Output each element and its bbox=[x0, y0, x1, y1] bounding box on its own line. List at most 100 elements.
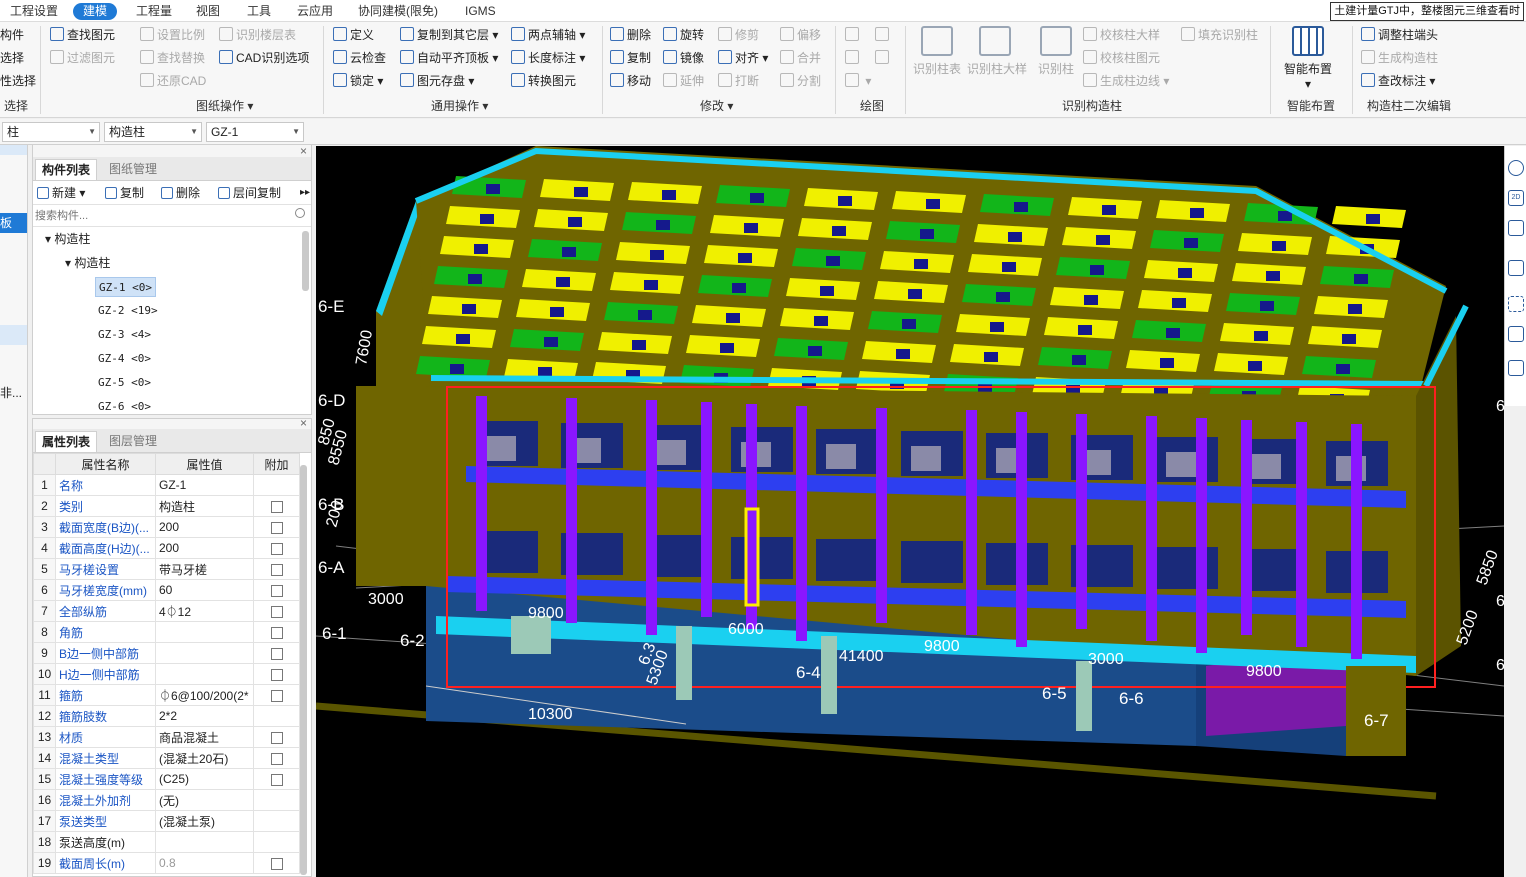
cad-options-button[interactable]: CAD识别选项 bbox=[219, 48, 309, 68]
tree-child[interactable]: ▾ 构造柱 bbox=[65, 253, 110, 273]
check-column-element-button[interactable]: 校核柱图元 bbox=[1083, 48, 1160, 68]
isometric-icon[interactable] bbox=[1508, 326, 1524, 342]
property-row[interactable]: 18 泵送高度(m) bbox=[33, 831, 300, 853]
component-item[interactable]: GZ-2 <19> bbox=[95, 301, 161, 321]
property-row[interactable]: 19 截面周长(m) 0.8 bbox=[33, 852, 300, 874]
property-value[interactable] bbox=[155, 663, 254, 685]
3d-viewport[interactable]: 6-E6-D6-B6-A6-16-26-46-56-66-76-6-6-7600… bbox=[316, 146, 1504, 877]
align-button[interactable]: 对齐 ▾ bbox=[718, 48, 768, 68]
property-select-button[interactable]: 性选择 bbox=[0, 71, 36, 91]
close-icon[interactable]: × bbox=[300, 144, 307, 158]
list-icon[interactable] bbox=[1508, 360, 1524, 376]
generate-constructional-column-button[interactable]: 生成构造柱 bbox=[1361, 48, 1438, 68]
extra-checkbox[interactable] bbox=[270, 500, 283, 513]
region-select-icon[interactable] bbox=[1508, 296, 1524, 312]
split-button[interactable]: 分割 bbox=[780, 71, 821, 91]
property-value[interactable]: (无) bbox=[155, 789, 254, 811]
extra-checkbox[interactable] bbox=[270, 605, 283, 618]
nav-item[interactable] bbox=[0, 325, 27, 345]
move-button[interactable]: 移动 bbox=[610, 71, 651, 91]
cloud-check-button[interactable]: 云检查 bbox=[333, 48, 386, 68]
select-button[interactable]: 选择 bbox=[0, 48, 24, 68]
find-replace-button[interactable]: 查找替换 bbox=[140, 48, 205, 68]
menu-project-settings[interactable]: 工程设置 bbox=[10, 3, 58, 20]
copy-component-button[interactable]: 复制 bbox=[105, 184, 144, 202]
set-scale-button[interactable]: 设置比例 bbox=[140, 25, 205, 45]
property-row[interactable]: 9 B边一侧中部筋 bbox=[33, 642, 300, 664]
property-value[interactable]: 200 bbox=[155, 516, 254, 538]
property-value[interactable] bbox=[155, 621, 254, 643]
recognize-column-detail-button[interactable]: 识别柱大样 bbox=[967, 24, 1027, 84]
smart-layout-button[interactable]: 智能布置 ▾ bbox=[1278, 24, 1338, 91]
extra-checkbox[interactable] bbox=[270, 563, 283, 576]
drawing-ops-group-label[interactable]: 图纸操作 ▾ bbox=[196, 97, 253, 115]
extra-checkbox[interactable] bbox=[270, 584, 283, 597]
property-row[interactable]: 1 名称 GZ-1 bbox=[33, 474, 300, 496]
extra-checkbox[interactable] bbox=[270, 542, 283, 555]
extra-checkbox[interactable] bbox=[270, 731, 283, 744]
building-3d-model[interactable]: 6-E6-D6-B6-A6-16-26-46-56-66-76-6-6-7600… bbox=[316, 146, 1504, 877]
notice-banner[interactable]: 土建计量GTJ中，整楼图元三维查看时 bbox=[1330, 2, 1524, 21]
more-icon[interactable]: ▸▸ bbox=[300, 184, 310, 202]
break-button[interactable]: 打断 bbox=[718, 71, 759, 91]
find-element-button[interactable]: 查找图元 bbox=[50, 25, 115, 45]
property-value[interactable]: (C25) bbox=[155, 768, 254, 790]
extra-checkbox[interactable] bbox=[270, 647, 283, 660]
draw-point-button[interactable] bbox=[845, 25, 862, 45]
property-row[interactable]: 11 箍筋 ⏀6@100/200(2* bbox=[33, 684, 300, 706]
menu-collab-modeling[interactable]: 协同建模(限免) bbox=[358, 3, 438, 20]
save-element-button[interactable]: 图元存盘 ▾ bbox=[400, 71, 474, 91]
menu-cloud[interactable]: 云应用 bbox=[297, 3, 333, 20]
menu-view[interactable]: 视图 bbox=[196, 3, 220, 20]
property-row[interactable]: 3 截面宽度(B边)(... 200 bbox=[33, 516, 300, 538]
nav-item[interactable] bbox=[0, 145, 27, 155]
property-value[interactable]: 200 bbox=[155, 537, 254, 559]
tab-property-list[interactable]: 属性列表 bbox=[35, 431, 98, 452]
draw-line-button[interactable] bbox=[845, 48, 862, 68]
general-ops-group-label[interactable]: 通用操作 ▾ bbox=[431, 97, 488, 115]
extra-checkbox[interactable] bbox=[270, 857, 283, 870]
rotate-button[interactable]: 旋转 bbox=[663, 25, 704, 45]
convert-element-button[interactable]: 转换图元 bbox=[511, 71, 576, 91]
component-select[interactable]: GZ-1 ▼ bbox=[206, 122, 304, 142]
property-value[interactable]: 构造柱 bbox=[155, 495, 254, 517]
draw-rotate-point-button[interactable] bbox=[875, 25, 892, 45]
menu-tools[interactable]: 工具 bbox=[247, 3, 271, 20]
nav-item-slab[interactable]: 板 bbox=[0, 213, 27, 233]
selected-column[interactable] bbox=[744, 507, 760, 607]
cube-icon[interactable] bbox=[1508, 260, 1524, 276]
property-row[interactable]: 8 角筋 bbox=[33, 621, 300, 643]
tab-component-list[interactable]: 构件列表 bbox=[35, 159, 98, 180]
merge-button[interactable]: 合并 bbox=[780, 48, 821, 68]
extra-checkbox[interactable] bbox=[270, 752, 283, 765]
property-value[interactable]: 60 bbox=[155, 579, 254, 601]
define-button[interactable]: 定义 bbox=[333, 25, 374, 45]
property-row[interactable]: 2 类别 构造柱 bbox=[33, 495, 300, 517]
component-item[interactable]: GZ-4 <0> bbox=[95, 349, 154, 369]
view-3d-icon[interactable] bbox=[1508, 220, 1524, 236]
property-row[interactable]: 6 马牙槎宽度(mm) 60 bbox=[33, 579, 300, 601]
extra-checkbox[interactable] bbox=[270, 521, 283, 534]
tree-scrollbar[interactable] bbox=[302, 231, 309, 291]
trim-button[interactable]: 修剪 bbox=[718, 25, 759, 45]
two-point-axis-button[interactable]: 两点辅轴 ▾ bbox=[511, 25, 585, 45]
select-component-button[interactable]: 构件 bbox=[0, 25, 24, 45]
offset-button[interactable]: 偏移 bbox=[780, 25, 821, 45]
orbit-icon[interactable] bbox=[1508, 160, 1524, 176]
view-2d-icon[interactable]: 2D bbox=[1508, 190, 1524, 206]
check-column-detail-button[interactable]: 校核柱大样 bbox=[1083, 25, 1160, 45]
delete-button[interactable]: 删除 bbox=[610, 25, 651, 45]
property-value[interactable]: (混凝土20石) bbox=[155, 747, 254, 769]
extra-checkbox[interactable] bbox=[270, 689, 283, 702]
recognize-column-button[interactable]: 识别柱 bbox=[1028, 24, 1084, 84]
recognize-column-table-button[interactable]: 识别柱表 bbox=[909, 24, 965, 84]
length-dimension-button[interactable]: 长度标注 ▾ bbox=[511, 48, 585, 68]
component-search-input[interactable] bbox=[35, 207, 297, 224]
menu-igms[interactable]: IGMS bbox=[465, 3, 496, 20]
generate-column-edge-button[interactable]: 生成柱边线 ▾ bbox=[1083, 71, 1169, 91]
property-value[interactable]: 0.8 bbox=[155, 852, 254, 874]
component-item[interactable]: GZ-6 <0> bbox=[95, 397, 154, 411]
new-component-button[interactable]: 新建 ▾ bbox=[37, 184, 85, 202]
extra-checkbox[interactable] bbox=[270, 668, 283, 681]
property-row[interactable]: 15 混凝土强度等级 (C25) bbox=[33, 768, 300, 790]
